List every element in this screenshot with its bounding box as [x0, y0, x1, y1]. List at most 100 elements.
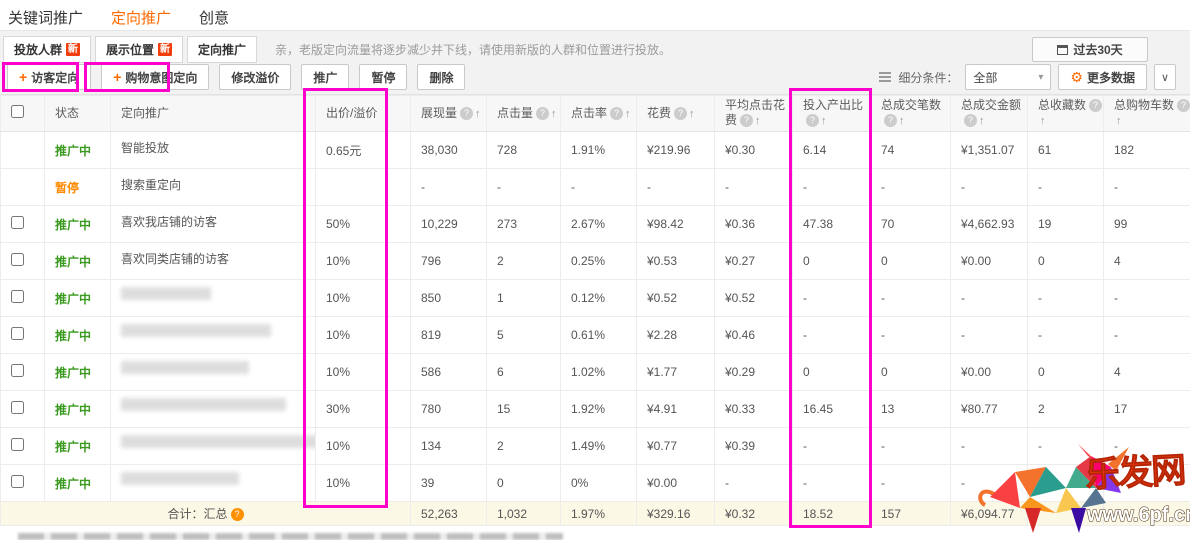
status-cell: 推广中	[45, 243, 111, 280]
status-cell: 推广中	[45, 465, 111, 502]
table-row: 推广中智能投放0.65元38,0307281.91%¥219.96¥0.306.…	[1, 132, 1190, 169]
sort-arrow-icon[interactable]: ↑	[551, 108, 557, 120]
date-range-button[interactable]: 过去30天	[1032, 37, 1148, 62]
help-icon[interactable]: ?	[231, 508, 244, 521]
status-cell: 暂停	[45, 169, 111, 206]
bid-cell: 10%	[316, 465, 411, 502]
help-icon[interactable]: ?	[1089, 99, 1102, 112]
subtab-targeting[interactable]: 定向推广	[187, 36, 257, 63]
metric-cell-5: 16.45	[793, 391, 871, 428]
add-shopping-intent-button[interactable]: + 购物意图定向	[101, 64, 209, 90]
sort-arrow-icon[interactable]: ↑	[979, 115, 985, 127]
add-visitor-targeting-button[interactable]: + 访客定向	[7, 64, 91, 90]
metric-cell-1: 2	[487, 428, 561, 465]
help-icon[interactable]: ?	[740, 114, 753, 127]
column-header-10[interactable]: 总成交笔数?↑	[871, 96, 951, 132]
column-header-8[interactable]: 平均点击花费?↑	[715, 96, 793, 132]
metric-cell-2: -	[561, 169, 637, 206]
bid-cell	[316, 169, 411, 206]
row-checkbox[interactable]	[11, 253, 24, 266]
row-checkbox[interactable]	[11, 475, 24, 488]
checkbox-cell	[1, 243, 45, 280]
select-all-checkbox[interactable]	[11, 105, 24, 118]
row-checkbox[interactable]	[11, 327, 24, 340]
promote-button[interactable]: 推广	[301, 64, 349, 90]
checkbox-cell	[1, 132, 45, 169]
sort-arrow-icon[interactable]: ↑	[475, 108, 481, 120]
subtab-placement[interactable]: 展示位置 新	[95, 36, 183, 63]
sort-arrow-icon[interactable]: ↑	[821, 115, 827, 127]
status-badge: 推广中	[55, 255, 91, 269]
table-row: 暂停搜索重定向----------	[1, 169, 1190, 206]
help-icon[interactable]: ?	[610, 107, 623, 120]
metric-cell-9: -	[1104, 465, 1190, 502]
column-header-9[interactable]: 投入产出比?↑	[793, 96, 871, 132]
help-icon[interactable]: ?	[806, 114, 819, 127]
metric-cell-1: 728	[487, 132, 561, 169]
sort-arrow-icon[interactable]: ↑	[899, 115, 905, 127]
sort-arrow-icon[interactable]: ↑	[1116, 115, 1122, 127]
metric-cell-2: 0.12%	[561, 280, 637, 317]
column-header-5[interactable]: 点击量?↑	[487, 96, 561, 132]
column-header-6[interactable]: 点击率?↑	[561, 96, 637, 132]
column-header-4[interactable]: 展现量?↑	[411, 96, 487, 132]
metric-cell-7: -	[951, 428, 1028, 465]
table-header-row: 状态定向推广出价/溢价展现量?↑点击量?↑点击率?↑花费?↑平均点击花费?↑投入…	[1, 96, 1190, 132]
table-row: 推广中10%81950.61%¥2.28¥0.46-----	[1, 317, 1190, 354]
metric-cell-8: 2	[1028, 391, 1104, 428]
calendar-icon	[1057, 45, 1068, 55]
sort-arrow-icon[interactable]: ↑	[755, 115, 761, 127]
metric-cell-7: ¥4,662.93	[951, 206, 1028, 243]
totals-row: 合计：汇总?52,2631,0321.97%¥329.16¥0.3218.521…	[1, 502, 1190, 526]
metric-cell-9: -	[1104, 317, 1190, 354]
date-range-label: 过去30天	[1073, 41, 1122, 58]
row-checkbox[interactable]	[11, 290, 24, 303]
row-checkbox[interactable]	[11, 438, 24, 451]
collapse-button[interactable]: ∨	[1154, 64, 1176, 90]
help-icon[interactable]: ?	[884, 114, 897, 127]
help-icon[interactable]: ?	[1177, 99, 1190, 112]
status-badge: 推广中	[55, 366, 91, 380]
help-icon[interactable]: ?	[460, 107, 473, 120]
metric-cell-7: -	[951, 317, 1028, 354]
column-header-11[interactable]: 总成交金额?↑	[951, 96, 1028, 132]
metric-cell-5: -	[793, 465, 871, 502]
column-header-12[interactable]: 总收藏数?↑	[1028, 96, 1104, 132]
metric-cell-2: 1.02%	[561, 354, 637, 391]
campaign-name-cell: 喜欢同类店铺的访客	[111, 243, 316, 280]
column-header-0[interactable]	[1, 96, 45, 132]
more-data-button[interactable]: ⚙ 更多数据	[1058, 64, 1147, 90]
metric-cell-6: -	[871, 280, 951, 317]
control-panel: 投放人群 新 展示位置 新 定向推广 亲，老版定向流量将逐步减少并下线，请使用新…	[0, 30, 1190, 95]
column-header-7[interactable]: 花费?↑	[637, 96, 715, 132]
sort-arrow-icon[interactable]: ↑	[625, 108, 631, 120]
metric-cell-6: 0	[871, 354, 951, 391]
filter-select[interactable]: 全部 ▾	[965, 64, 1051, 90]
table-row: 推广中30%780151.92%¥4.91¥0.3316.4513¥80.772…	[1, 391, 1190, 428]
status-cell: 推广中	[45, 391, 111, 428]
sort-arrow-icon[interactable]: ↑	[689, 108, 695, 120]
campaign-table: 状态定向推广出价/溢价展现量?↑点击量?↑点击率?↑花费?↑平均点击花费?↑投入…	[0, 95, 1190, 526]
metric-cell-0: 780	[411, 391, 487, 428]
help-icon[interactable]: ?	[536, 107, 549, 120]
modify-premium-button[interactable]: 修改溢价	[219, 64, 291, 90]
subtab-audience[interactable]: 投放人群 新	[3, 36, 91, 63]
metric-cell-7: ¥80.77	[951, 391, 1028, 428]
metric-cell-8: -	[1028, 465, 1104, 502]
bid-cell: 10%	[316, 317, 411, 354]
total-metric-cell-4: ¥0.32	[715, 502, 793, 526]
total-metric-cell-8	[1028, 502, 1104, 526]
metric-cell-4: -	[715, 465, 793, 502]
column-header-13[interactable]: 总购物车数?↑	[1104, 96, 1190, 132]
checkbox-cell	[1, 391, 45, 428]
help-icon[interactable]: ?	[674, 107, 687, 120]
bid-cell: 10%	[316, 428, 411, 465]
sort-arrow-icon[interactable]: ↑	[1040, 115, 1046, 127]
delete-button[interactable]: 删除	[417, 64, 465, 90]
row-checkbox[interactable]	[11, 401, 24, 414]
help-icon[interactable]: ?	[964, 114, 977, 127]
pause-button[interactable]: 暂停	[359, 64, 407, 90]
row-checkbox[interactable]	[11, 216, 24, 229]
metric-cell-8: 0	[1028, 354, 1104, 391]
row-checkbox[interactable]	[11, 364, 24, 377]
